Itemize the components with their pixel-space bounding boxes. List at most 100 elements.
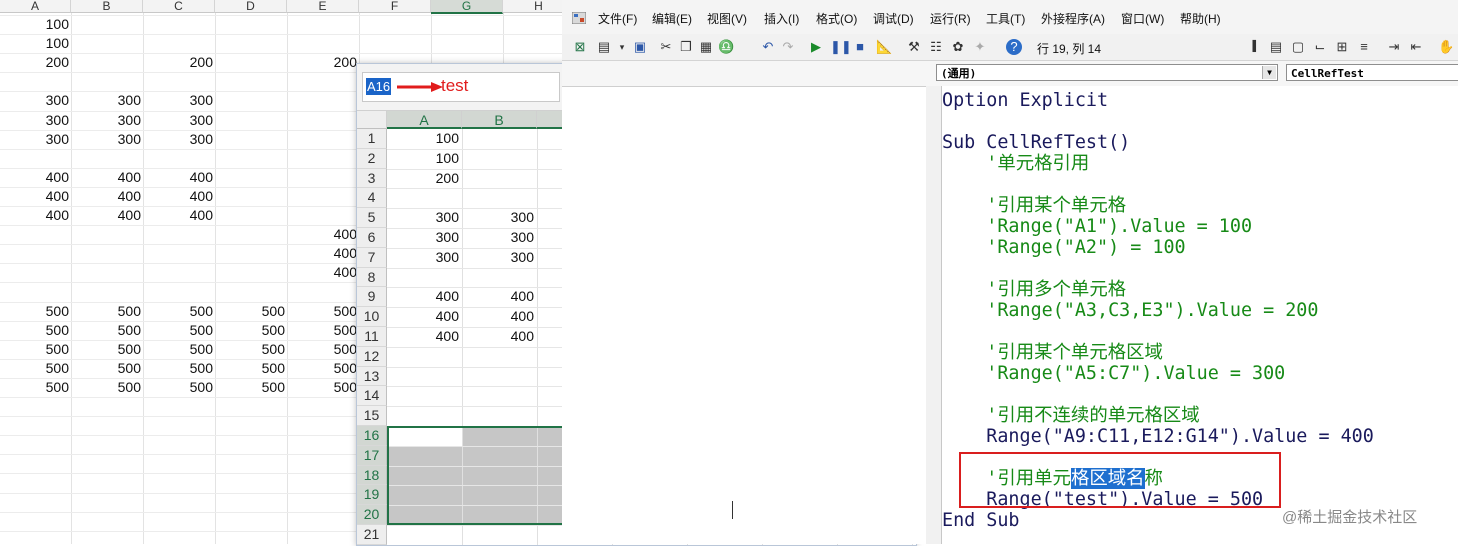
row-header[interactable]: 6 (357, 228, 387, 248)
name-box-value[interactable]: A16 (366, 78, 392, 95)
help-icon[interactable]: ? (1006, 39, 1022, 55)
cell[interactable]: 100 (387, 149, 462, 168)
name-box[interactable]: A16 test (362, 72, 560, 102)
list-constants-icon[interactable]: ▢ (1290, 39, 1306, 55)
object-browser-icon[interactable]: ✿ (950, 39, 966, 55)
cell[interactable]: 400 (387, 327, 462, 346)
row-header[interactable]: 17 (357, 445, 387, 466)
row-header[interactable]: 15 (357, 406, 387, 426)
object-combo[interactable]: (通用) ▼ (936, 64, 1278, 81)
highlight-box (959, 452, 1281, 508)
save-icon[interactable]: ▣ (632, 39, 648, 55)
cell[interactable]: 300 (462, 228, 537, 247)
bg-cell: 500 (117, 359, 141, 376)
row-header[interactable]: 4 (357, 188, 387, 209)
cell[interactable]: 200 (387, 169, 462, 188)
copy-icon[interactable]: ❐ (678, 39, 694, 55)
bg-cell: 400 (333, 245, 357, 262)
toolbox-icon[interactable]: ✦ (972, 39, 988, 55)
bg-cell: 200 (333, 54, 357, 71)
bg-column-header[interactable]: D (215, 0, 287, 13)
parameter-info-icon[interactable]: ⊞ (1334, 39, 1350, 55)
menu-item[interactable]: 调试(D) (873, 11, 914, 27)
bg-column-header[interactable]: C (143, 0, 215, 13)
bg-column-header[interactable]: A (0, 0, 71, 13)
row-header[interactable]: 8 (357, 267, 387, 288)
row-header[interactable]: 13 (357, 366, 387, 387)
break-icon[interactable]: ❚❚ (830, 39, 852, 55)
row-header[interactable]: 19 (357, 485, 387, 506)
run-icon[interactable]: ▶ (808, 39, 824, 55)
toolbar-overflow-icon[interactable]: ▌ (1248, 39, 1264, 55)
menu-item[interactable]: 帮助(H) (1180, 11, 1221, 27)
design-mode-icon[interactable]: 📐 (876, 39, 892, 55)
row-header[interactable]: 18 (357, 465, 387, 486)
active-cell[interactable] (389, 428, 462, 446)
undo-icon[interactable]: ↶ (760, 39, 776, 55)
menu-item[interactable]: 工具(T) (986, 11, 1025, 27)
quick-info-icon[interactable]: ⌙ (1312, 39, 1328, 55)
paste-icon[interactable]: ▦ (698, 39, 714, 55)
cell[interactable]: 400 (462, 287, 537, 306)
column-header-b[interactable]: B (462, 111, 537, 129)
project-explorer-icon[interactable]: ⚒ (906, 39, 922, 55)
row-header[interactable]: 7 (357, 247, 387, 268)
insert-userform-icon[interactable]: ▤ (596, 39, 612, 55)
properties-icon[interactable]: ☷ (928, 39, 944, 55)
bg-column-header[interactable]: G (431, 0, 503, 14)
menu-item[interactable]: 外接程序(A) (1041, 11, 1105, 27)
dropdown-arrow-icon[interactable]: ▾ (614, 39, 630, 55)
cell[interactable]: 300 (462, 208, 537, 227)
cell[interactable]: 300 (387, 248, 462, 267)
row-header[interactable]: 5 (357, 208, 387, 228)
menu-item[interactable]: 格式(O) (816, 11, 857, 27)
cut-icon[interactable]: ✂ (658, 39, 674, 55)
row-header[interactable]: 16 (357, 426, 387, 446)
bg-column-header[interactable]: F (359, 0, 431, 13)
bg-column-header[interactable]: E (287, 0, 359, 13)
row-header[interactable]: 1 (357, 129, 387, 149)
menu-item[interactable]: 窗口(W) (1121, 11, 1164, 27)
cell[interactable]: 400 (462, 307, 537, 326)
menu-item[interactable]: 运行(R) (930, 11, 971, 27)
chevron-down-icon[interactable]: ▼ (1262, 66, 1276, 79)
find-icon[interactable]: ♎ (718, 39, 734, 55)
cell[interactable]: 300 (387, 228, 462, 247)
menu-item[interactable]: 文件(F) (598, 11, 637, 27)
row-header[interactable]: 11 (357, 327, 387, 347)
bg-cell: 400 (189, 187, 213, 204)
bg-cell: 100 (45, 16, 69, 32)
list-properties-icon[interactable]: ▤ (1268, 39, 1284, 55)
menu-item[interactable]: 编辑(E) (652, 11, 692, 27)
bg-column-header[interactable]: B (71, 0, 143, 13)
row-header[interactable]: 20 (357, 505, 387, 525)
indent-icon[interactable]: ⇥ (1386, 39, 1402, 55)
menu-item[interactable]: 视图(V) (707, 11, 747, 27)
cell[interactable]: 100 (387, 129, 462, 148)
cell[interactable]: 400 (462, 327, 537, 346)
cell[interactable]: 400 (387, 287, 462, 306)
row-header[interactable]: 9 (357, 287, 387, 308)
row-header[interactable]: 12 (357, 346, 387, 367)
menu-item[interactable]: 插入(I) (764, 11, 799, 27)
cell[interactable]: 400 (387, 307, 462, 326)
redo-icon[interactable]: ↷ (780, 39, 796, 55)
cell[interactable]: 300 (462, 248, 537, 267)
reset-icon[interactable]: ■ (852, 39, 868, 55)
row-header[interactable]: 21 (357, 525, 387, 545)
cell[interactable]: 300 (387, 208, 462, 227)
procedure-combo[interactable]: CellRefTest (1286, 64, 1458, 81)
row-header[interactable]: 14 (357, 386, 387, 407)
row-header[interactable]: 10 (357, 307, 387, 327)
code-gutter (926, 86, 942, 544)
select-all-corner[interactable] (357, 111, 387, 129)
bg-column-header[interactable]: H (503, 0, 562, 13)
row-header[interactable]: 2 (357, 148, 387, 169)
bg-cell: 400 (117, 187, 141, 204)
hand-icon[interactable]: ✋ (1438, 39, 1454, 55)
view-excel-icon[interactable]: ⊠ (572, 39, 588, 55)
outdent-icon[interactable]: ⇤ (1408, 39, 1424, 55)
column-header-a[interactable]: A (387, 111, 462, 129)
complete-word-icon[interactable]: ≡ (1356, 39, 1372, 55)
row-header[interactable]: 3 (357, 168, 387, 189)
